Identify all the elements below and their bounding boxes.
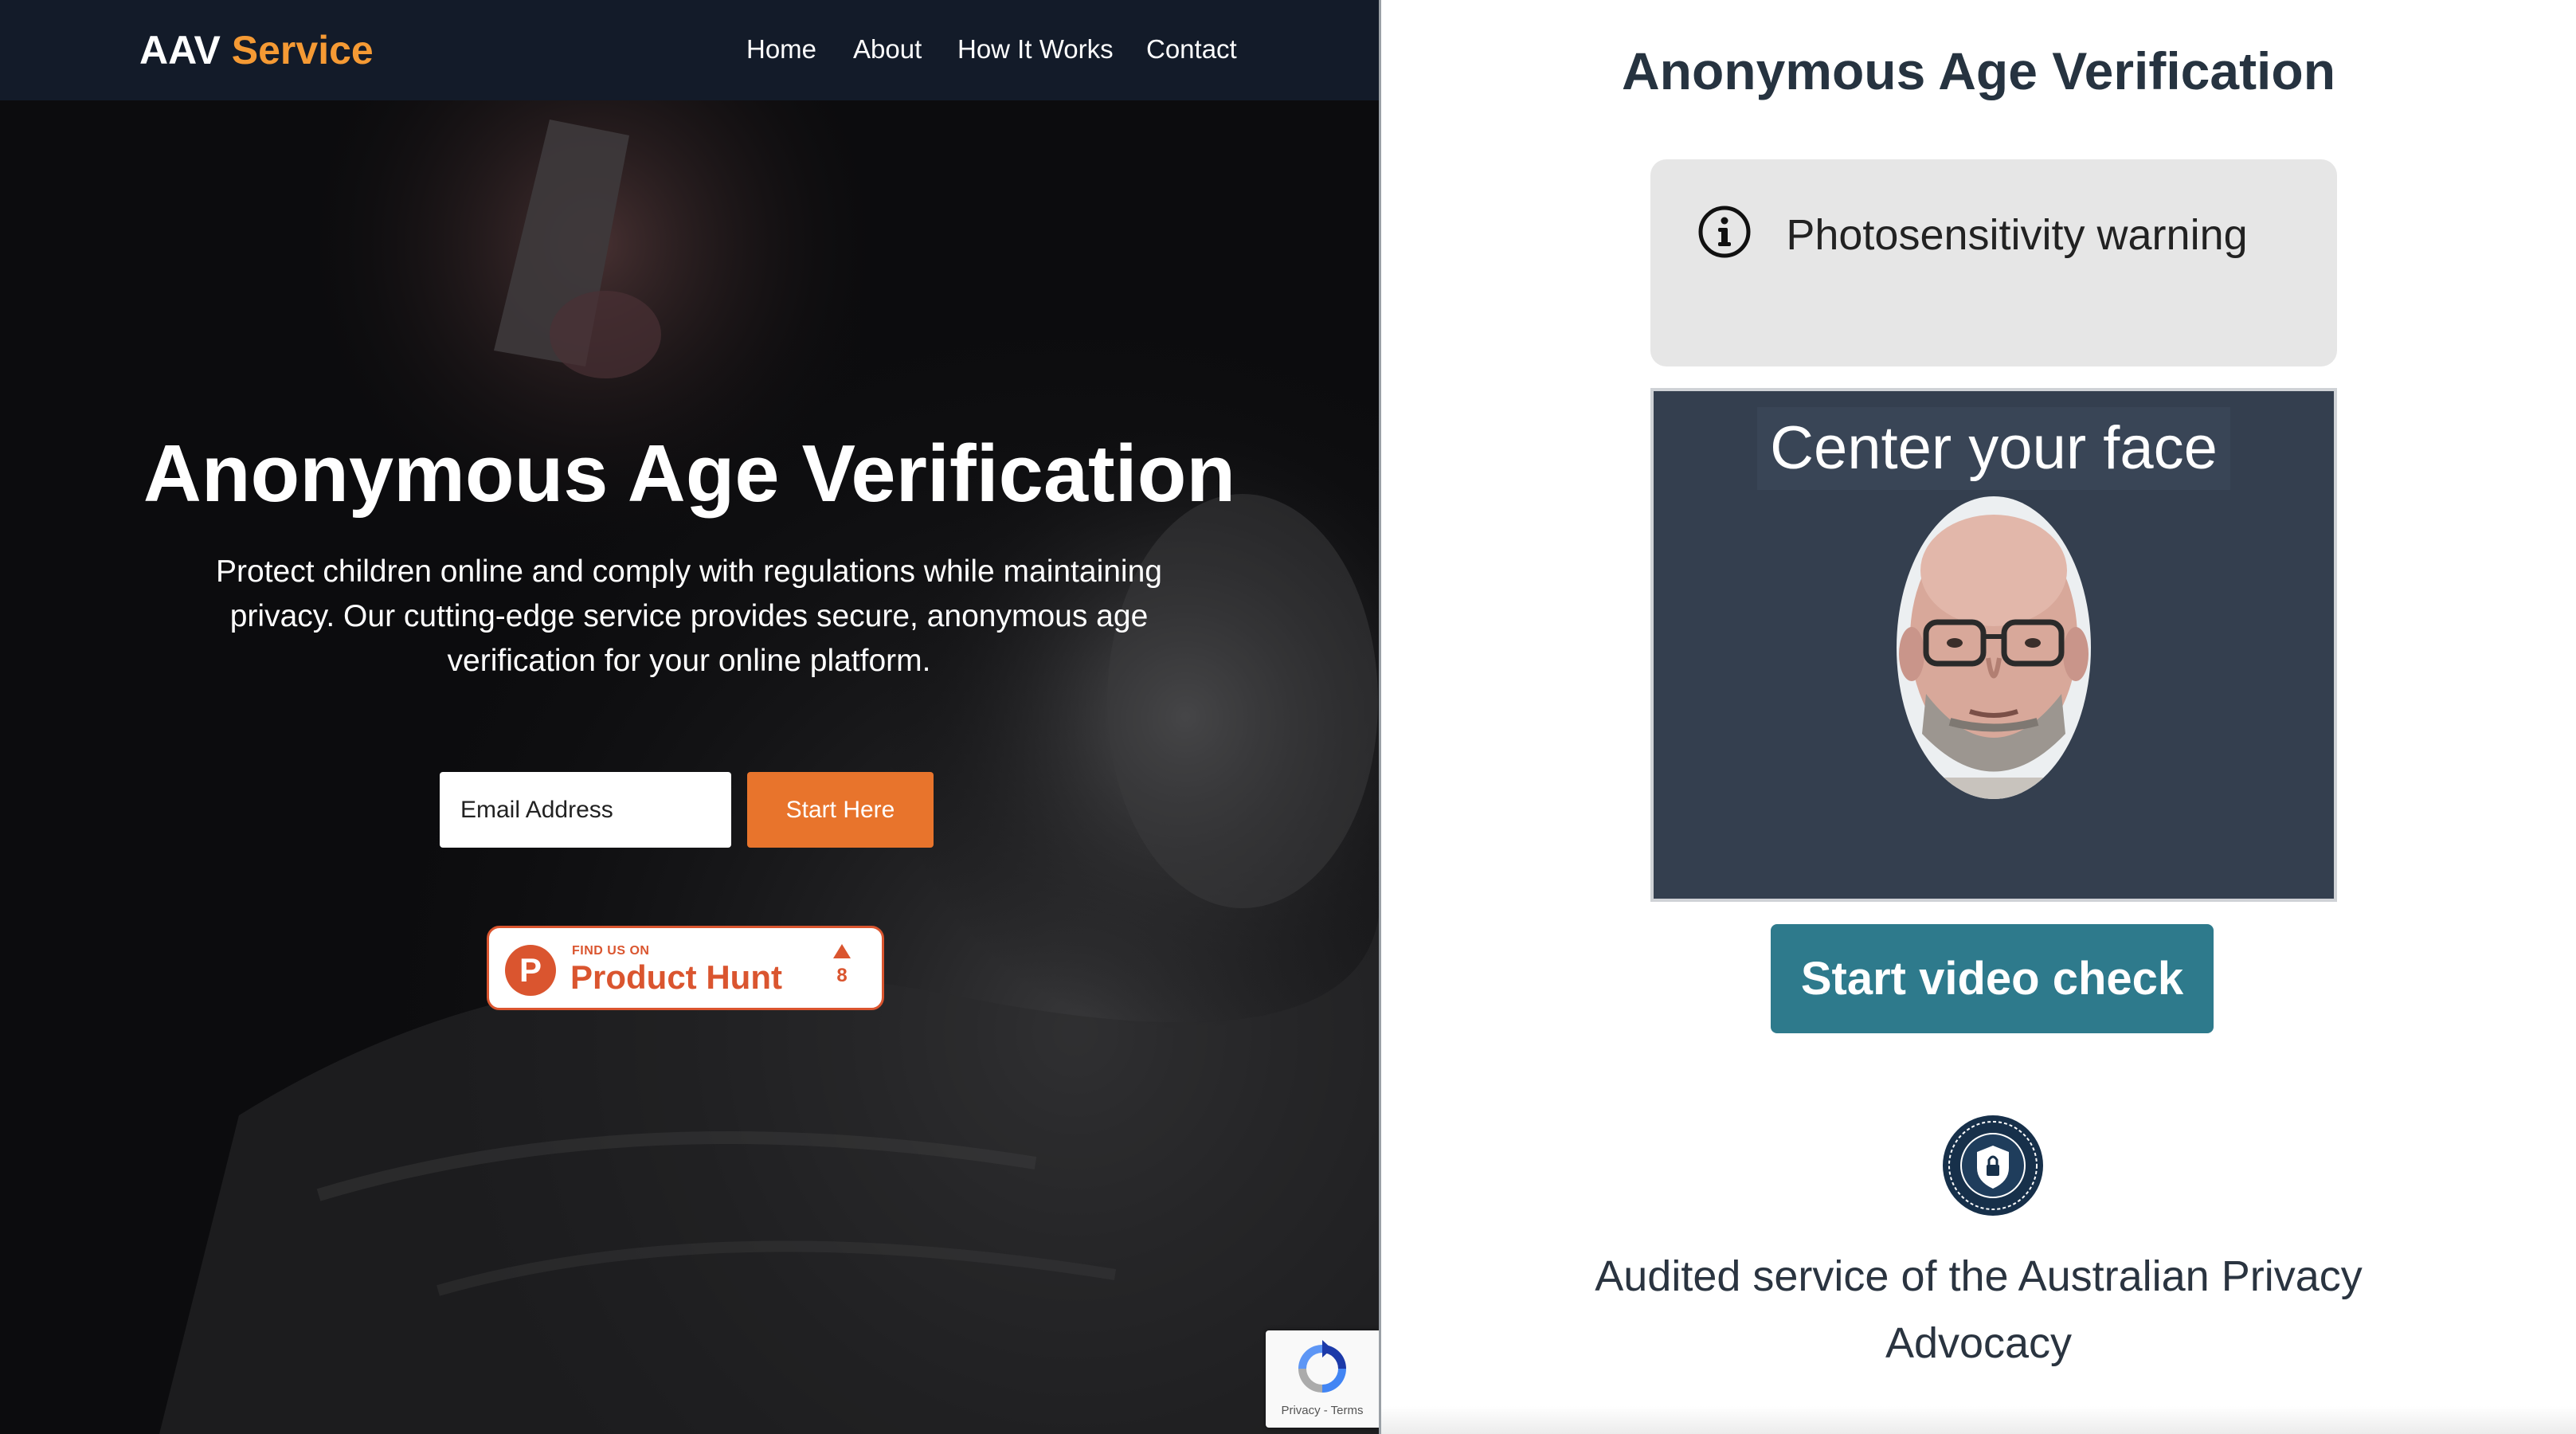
nav-link-how-it-works[interactable]: How It Works: [957, 32, 1114, 67]
email-input[interactable]: [440, 772, 731, 848]
product-hunt-name: Product Hunt: [570, 958, 782, 996]
upvote-arrow-icon: [833, 944, 851, 958]
verification-pane: Anonymous Age Verification Photosensitiv…: [1381, 0, 2576, 1434]
product-hunt-badge[interactable]: P FIND US ON Product Hunt 8: [487, 926, 884, 1010]
hero-background-photo: [0, 0, 1379, 1434]
photosensitivity-warning-text: Photosensitivity warning: [1786, 211, 2248, 259]
australian-privacy-advocacy-seal-icon: [1943, 1115, 2043, 1216]
recaptcha-icon: [1298, 1340, 1346, 1393]
audit-statement: Audited service of the Australian Privac…: [1595, 1252, 2363, 1367]
landing-page-pane: AAV Service Home About How It Works Cont…: [0, 0, 1379, 1434]
photosensitivity-warning[interactable]: Photosensitivity warning: [1650, 159, 2337, 366]
info-icon: [1698, 206, 1751, 258]
nav-link-home[interactable]: Home: [746, 32, 816, 67]
verification-title: Anonymous Age Verification: [1621, 41, 2336, 100]
start-here-button[interactable]: Start Here: [747, 772, 934, 848]
nav-links: Home About How It Works Contact: [0, 32, 1379, 72]
upvote-count: 8: [836, 965, 848, 986]
camera-preview: Center your face: [1650, 388, 2337, 902]
center-face-prompt: Center your face: [1757, 407, 2230, 490]
face-capture-oval: [1897, 496, 2091, 799]
pane-divider: [1379, 0, 1381, 1434]
bottom-shade: [1381, 1406, 2576, 1434]
start-video-check-button[interactable]: Start video check: [1771, 924, 2214, 1033]
recaptcha-privacy-terms[interactable]: Privacy - Terms: [1266, 1404, 1379, 1417]
recaptcha-badge[interactable]: Privacy - Terms: [1266, 1330, 1379, 1428]
hero-title: Anonymous Age Verification: [143, 429, 1236, 519]
product-hunt-logo-icon: P: [505, 945, 556, 996]
nav-link-about[interactable]: About: [853, 32, 922, 67]
top-navbar: AAV Service Home About How It Works Cont…: [0, 0, 1379, 100]
hero-subtitle: Protect children online and comply with …: [216, 554, 1162, 678]
nav-link-contact[interactable]: Contact: [1146, 32, 1237, 67]
